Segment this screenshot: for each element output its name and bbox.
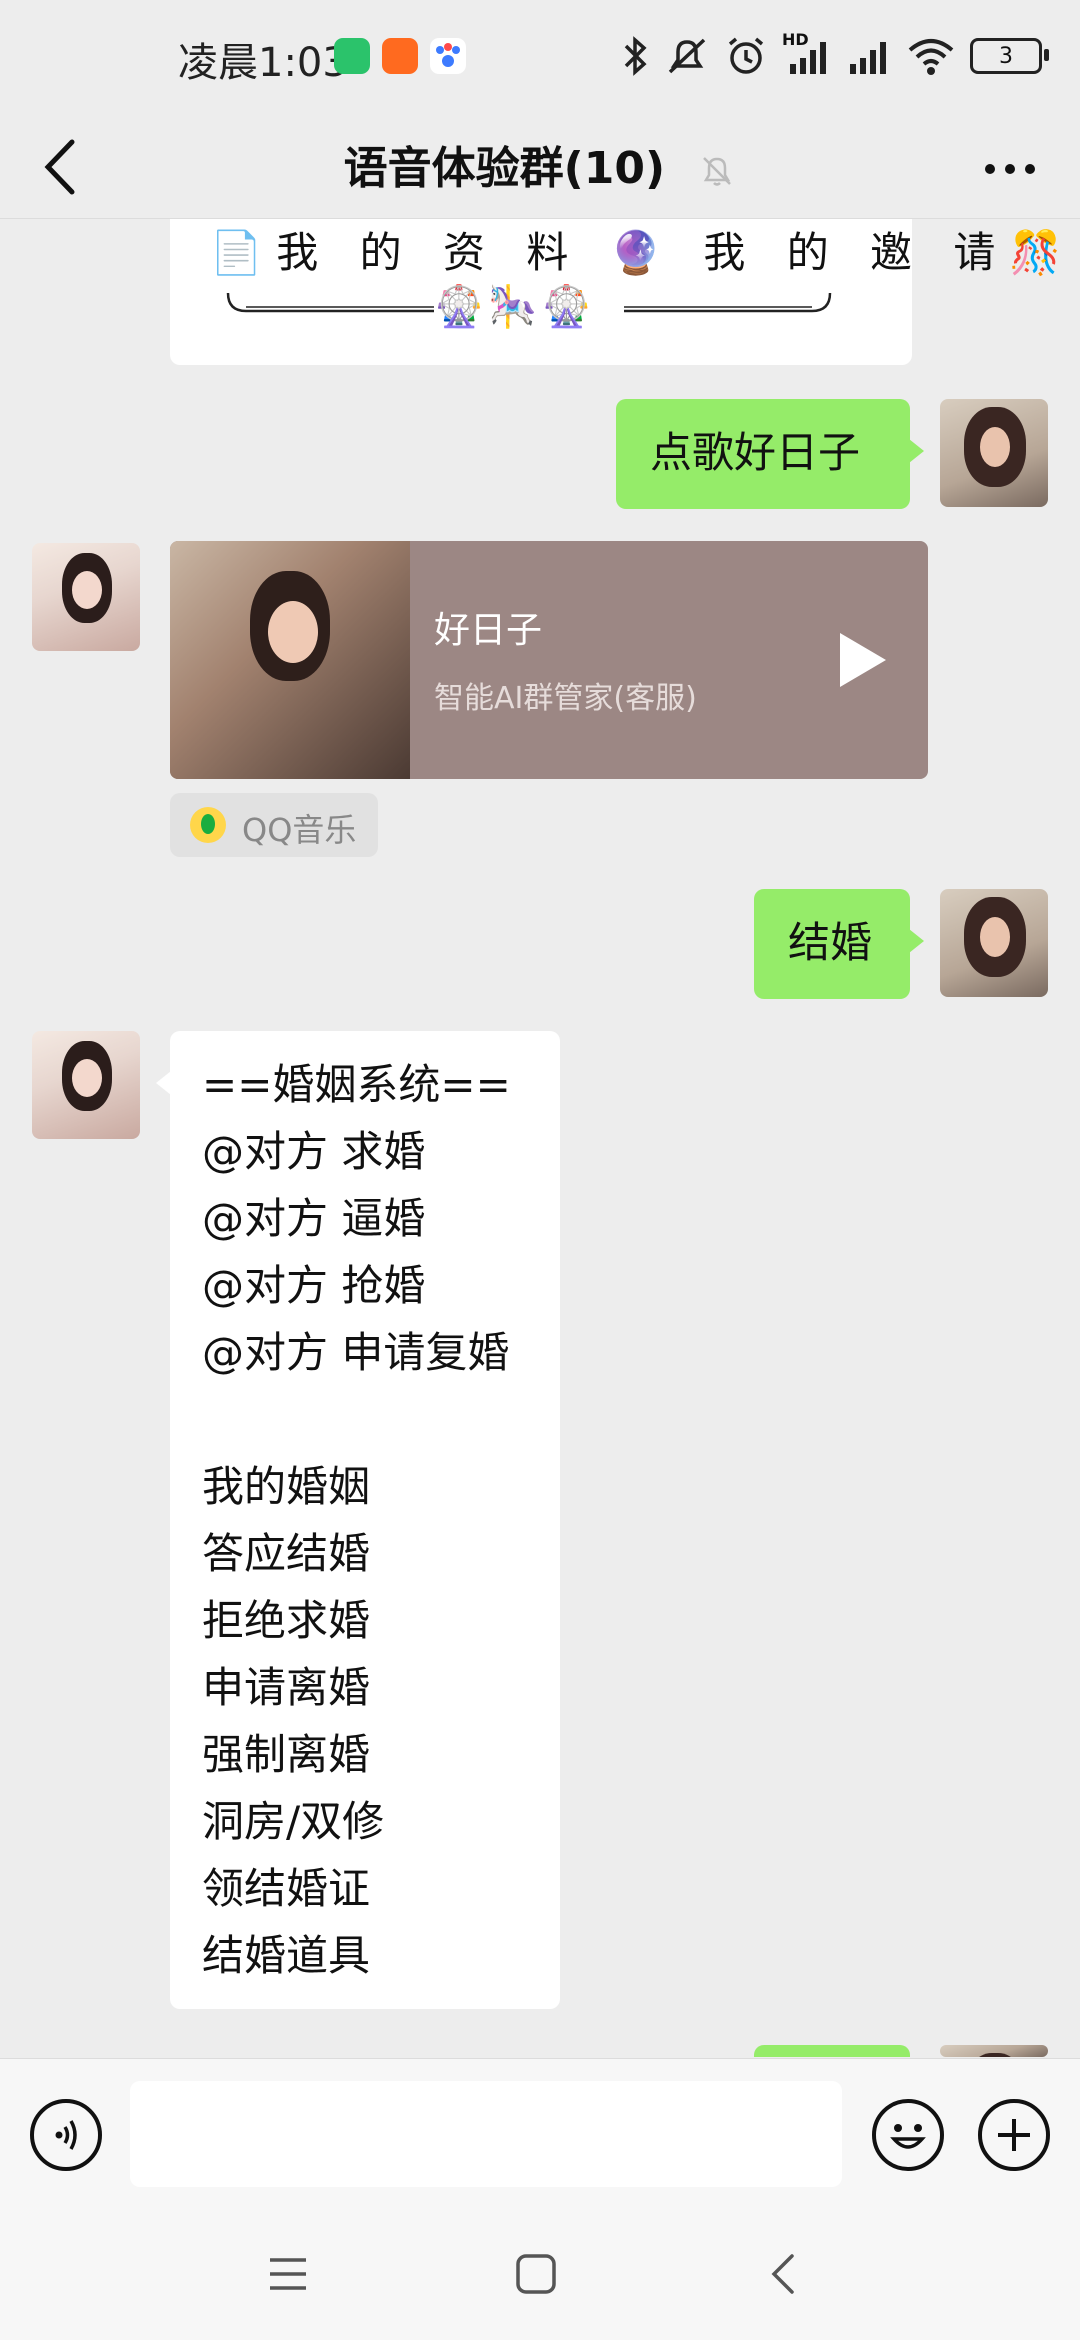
card-deco-emoji: 🎡🎠🎡	[434, 284, 596, 330]
menu-line: @对方 抢婚	[202, 1261, 426, 1310]
my-avatar[interactable]	[940, 889, 1048, 997]
menu-line	[202, 1386, 560, 1453]
more-options-icon[interactable]	[980, 144, 1040, 194]
profile-invite-card[interactable]: 📄我 的 资 料 🔮 我 的 邀 请🎊 🎡🎠🎡	[170, 219, 1062, 365]
bot-avatar[interactable]	[32, 1031, 140, 1139]
chat-title: 语音体验群(10)	[0, 132, 1080, 196]
bot-avatar[interactable]	[32, 543, 140, 651]
menu-line: 洞房/双修	[202, 1797, 385, 1846]
emoji-button[interactable]	[872, 2099, 944, 2171]
music-share-card[interactable]: 好日子 智能AI群管家(客服)	[170, 541, 928, 779]
wifi-icon	[908, 39, 954, 75]
system-nav-bar	[0, 2206, 1080, 2340]
play-icon[interactable]	[834, 629, 890, 691]
muted-bell-icon	[703, 157, 732, 186]
alarm-icon	[728, 37, 764, 74]
card-links-text: 📄我 的 资 料 🔮 我 的 邀 请🎊	[210, 228, 1076, 277]
menu-line: 拒绝求婚	[202, 1596, 371, 1645]
paw-app-icon	[430, 38, 466, 74]
menu-line: @对方 申请复婚	[202, 1328, 510, 1377]
kuaishou-app-icon	[382, 38, 418, 74]
add-more-button[interactable]	[978, 2099, 1050, 2171]
message-text: 点歌好日子	[650, 428, 861, 477]
song-title: 好日子	[434, 610, 543, 651]
signal-hd-icon: HD	[782, 30, 832, 78]
status-icons: HD 3	[620, 30, 1049, 78]
bluetooth-icon	[624, 36, 647, 76]
input-bar	[0, 2058, 1080, 2207]
source-label: QQ音乐	[242, 811, 357, 849]
voice-icon	[55, 2120, 77, 2150]
message-text: 结婚	[788, 918, 873, 967]
sent-message-bubble[interactable]: 点歌好日子	[616, 399, 924, 509]
menu-line: 我的婚姻	[202, 1462, 371, 1511]
menu-nav-icon[interactable]	[264, 2250, 312, 2298]
music-source-tag[interactable]: QQ音乐	[170, 793, 378, 857]
menu-line: ==婚姻系统==	[202, 1060, 511, 1109]
chat-header: 语音体验群(10)	[0, 118, 1080, 219]
signal-icon	[850, 42, 886, 74]
mute-icon	[668, 38, 706, 74]
menu-line: 答应结婚	[202, 1529, 371, 1578]
message-input[interactable]	[130, 2081, 842, 2187]
chat-messages[interactable]: 📄我 的 资 料 🔮 我 的 邀 请🎊 🎡🎠🎡 点歌好日子 好日子 智能AI群管…	[0, 219, 1080, 2057]
qq-music-icon	[190, 807, 226, 843]
marriage-menu-bubble[interactable]: ==婚姻系统== @对方 求婚 @对方 逼婚 @对方 抢婚 @对方 申请复婚 我…	[156, 1031, 560, 2009]
smiley-icon	[890, 2124, 926, 2149]
status-time: 凌晨1:03	[178, 40, 348, 86]
menu-line: 申请离婚	[202, 1663, 371, 1712]
my-avatar[interactable]	[940, 399, 1048, 507]
plus-icon	[998, 2119, 1030, 2151]
menu-line: @对方 求婚	[202, 1127, 426, 1176]
voice-button[interactable]	[30, 2099, 102, 2171]
home-nav-icon[interactable]	[512, 2250, 560, 2298]
album-cover-image	[170, 541, 410, 779]
menu-line: @对方 逼婚	[202, 1194, 426, 1243]
menu-line: 强制离婚	[202, 1730, 371, 1779]
battery-icon: 3	[970, 38, 1049, 74]
menu-line: 领结婚证	[202, 1864, 371, 1913]
sent-message-bubble-partial[interactable]	[754, 2045, 910, 2057]
shield-app-icon	[334, 38, 370, 74]
song-subtitle: 智能AI群管家(客服)	[434, 681, 697, 716]
my-avatar[interactable]	[940, 2045, 1048, 2057]
group-name: 语音体验群(10)	[343, 143, 666, 194]
sent-message-bubble[interactable]: 结婚	[754, 889, 924, 999]
back-nav-icon[interactable]	[760, 2250, 808, 2298]
status-bar: 凌晨1:03 HD 3	[0, 0, 1080, 118]
menu-line: 结婚道具	[202, 1931, 371, 1980]
